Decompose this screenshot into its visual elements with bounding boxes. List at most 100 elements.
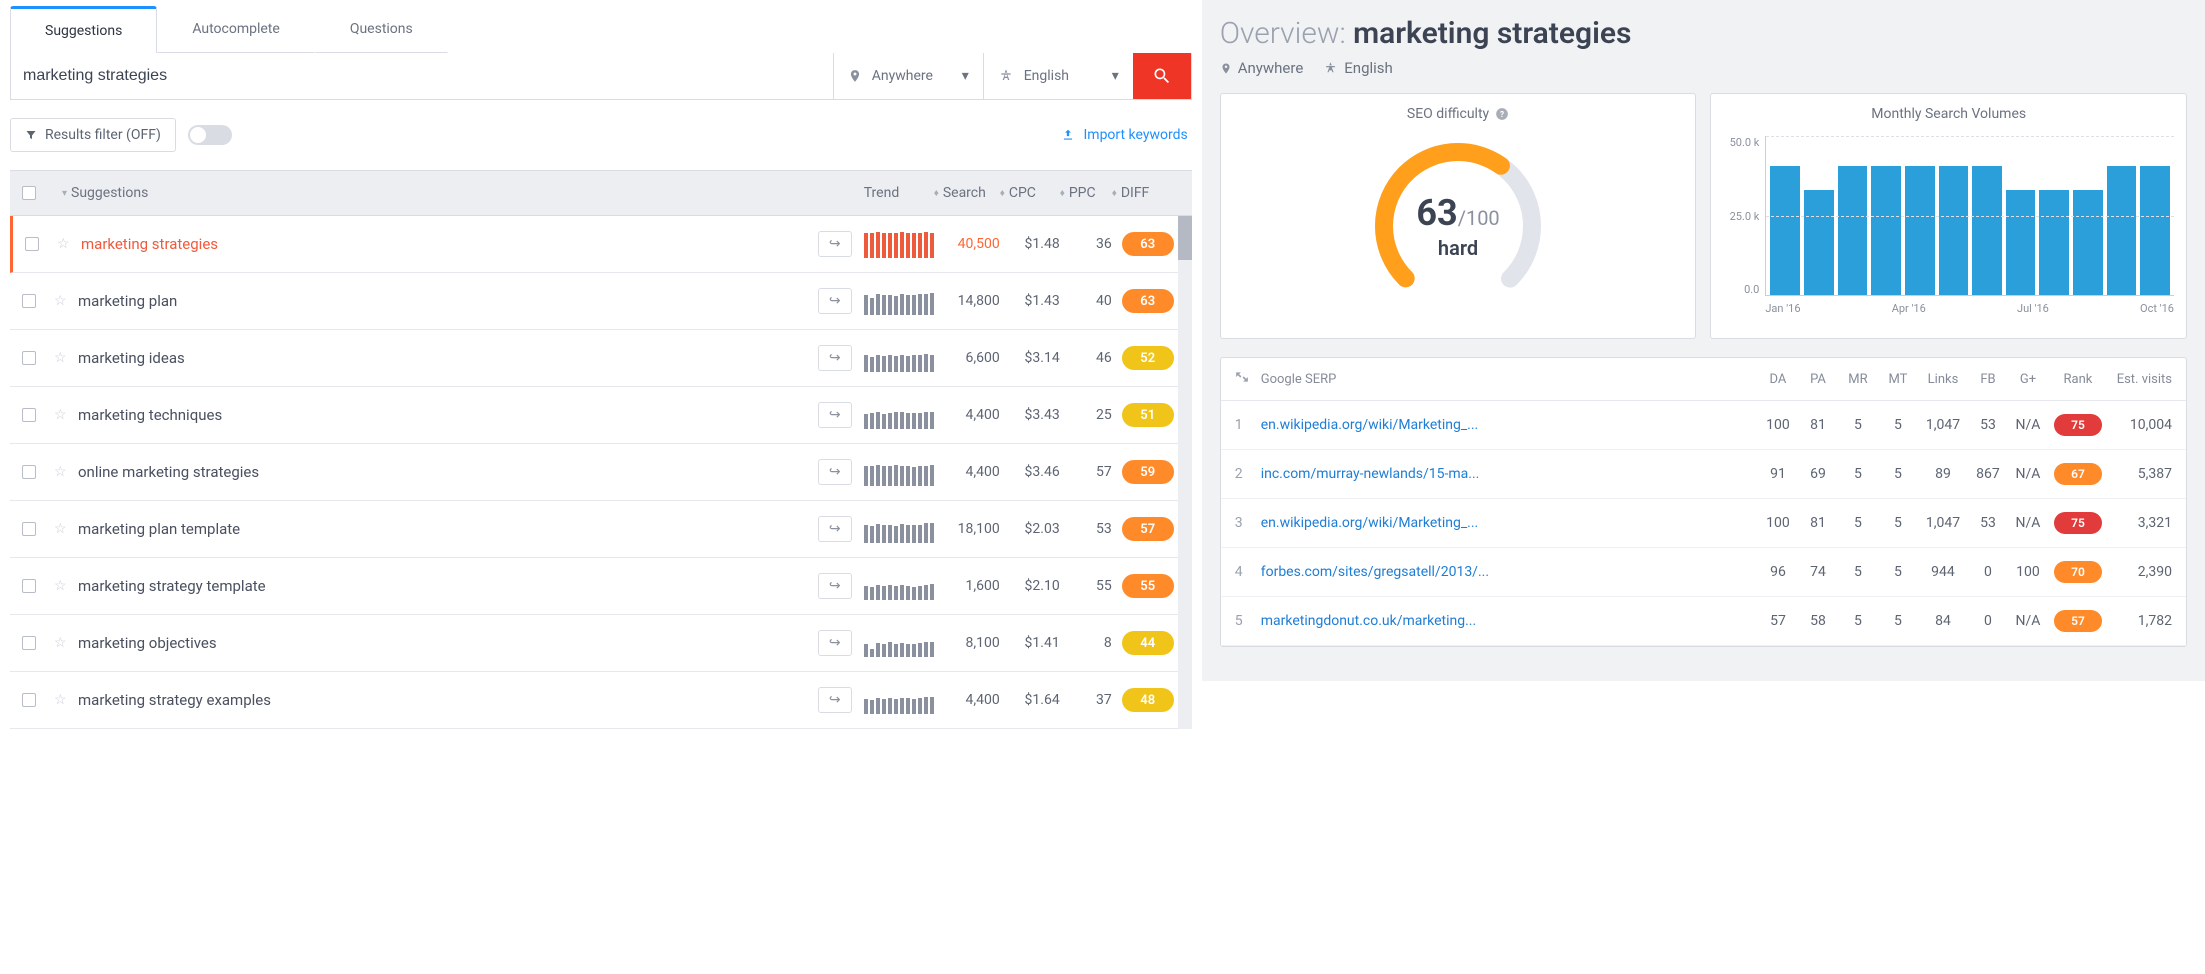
go-to-button[interactable]: ↪ bbox=[818, 231, 852, 257]
language-select[interactable]: English ▾ bbox=[983, 53, 1133, 99]
location-select[interactable]: Anywhere ▾ bbox=[833, 53, 983, 99]
go-to-button[interactable]: ↪ bbox=[818, 459, 852, 485]
rank-pill: 70 bbox=[2054, 561, 2102, 583]
serp-url[interactable]: forbes.com/sites/gregsatell/2013/... bbox=[1261, 564, 1758, 580]
cpc-value: $3.14 bbox=[1000, 350, 1060, 366]
col-cpc[interactable]: ♦CPC bbox=[1000, 185, 1060, 201]
row-checkbox[interactable] bbox=[22, 408, 36, 422]
serp-row[interactable]: 5 marketingdonut.co.uk/marketing... 57 5… bbox=[1221, 597, 2186, 646]
keyword-text: marketing plan template bbox=[78, 520, 818, 538]
search-button[interactable] bbox=[1133, 53, 1191, 99]
da-value: 91 bbox=[1758, 466, 1798, 482]
search-volume: 4,400 bbox=[934, 464, 1000, 480]
row-checkbox[interactable] bbox=[22, 522, 36, 536]
table-row[interactable]: ☆ marketing plan template ↪ 18,100 $2.03… bbox=[10, 501, 1192, 558]
results-filter-button[interactable]: Results filter (OFF) bbox=[10, 118, 176, 152]
links-value: 944 bbox=[1918, 564, 1968, 580]
chart-bar bbox=[1972, 166, 2002, 295]
diff-pill: 44 bbox=[1122, 631, 1174, 655]
serp-position: 3 bbox=[1235, 515, 1261, 531]
pa-value: 74 bbox=[1798, 564, 1838, 580]
table-row[interactable]: ☆ marketing techniques ↪ 4,400 $3.43 25 … bbox=[10, 387, 1192, 444]
expand-icon[interactable] bbox=[1235, 370, 1249, 384]
mr-value: 5 bbox=[1838, 613, 1878, 629]
star-icon[interactable]: ☆ bbox=[54, 578, 78, 594]
star-icon[interactable]: ☆ bbox=[57, 236, 81, 252]
table-row[interactable]: ☆ marketing plan ↪ 14,800 $1.43 40 63 bbox=[10, 273, 1192, 330]
diff-pill: 59 bbox=[1122, 460, 1174, 484]
filter-toggle[interactable] bbox=[188, 125, 232, 145]
row-checkbox[interactable] bbox=[22, 636, 36, 650]
row-checkbox[interactable] bbox=[25, 237, 39, 251]
pa-value: 81 bbox=[1798, 515, 1838, 531]
cpc-value: $1.41 bbox=[1000, 635, 1060, 651]
serp-row[interactable]: 1 en.wikipedia.org/wiki/Marketing_... 10… bbox=[1221, 401, 2186, 450]
col-suggestions[interactable]: ▾Suggestions bbox=[54, 185, 818, 201]
scrollbar-thumb[interactable] bbox=[1178, 216, 1192, 260]
table-row[interactable]: ☆ marketing ideas ↪ 6,600 $3.14 46 52 bbox=[10, 330, 1192, 387]
col-ppc[interactable]: ♦PPC bbox=[1060, 185, 1112, 201]
keyword-text: marketing objectives bbox=[78, 634, 818, 652]
go-to-button[interactable]: ↪ bbox=[818, 573, 852, 599]
table-row[interactable]: ☆ online marketing strategies ↪ 4,400 $3… bbox=[10, 444, 1192, 501]
col-diff[interactable]: ♦DIFF bbox=[1112, 185, 1184, 201]
star-icon[interactable]: ☆ bbox=[54, 407, 78, 423]
serp-position: 2 bbox=[1235, 466, 1261, 482]
serp-row[interactable]: 4 forbes.com/sites/gregsatell/2013/... 9… bbox=[1221, 548, 2186, 597]
go-to-button[interactable]: ↪ bbox=[818, 687, 852, 713]
pa-value: 69 bbox=[1798, 466, 1838, 482]
chart-bar bbox=[1838, 166, 1868, 295]
go-to-button[interactable]: ↪ bbox=[818, 288, 852, 314]
star-icon[interactable]: ☆ bbox=[54, 464, 78, 480]
row-checkbox[interactable] bbox=[22, 693, 36, 707]
da-value: 100 bbox=[1758, 417, 1798, 433]
tab-questions[interactable]: Questions bbox=[315, 6, 448, 53]
search-bar: Anywhere ▾ English ▾ bbox=[10, 53, 1192, 100]
fb-value: 0 bbox=[1968, 613, 2008, 629]
table-row[interactable]: ☆ marketing strategy template ↪ 1,600 $2… bbox=[10, 558, 1192, 615]
star-icon[interactable]: ☆ bbox=[54, 635, 78, 651]
serp-url[interactable]: inc.com/murray-newlands/15-ma... bbox=[1261, 466, 1758, 482]
star-icon[interactable]: ☆ bbox=[54, 521, 78, 537]
diff-pill: 63 bbox=[1122, 232, 1174, 256]
go-to-button[interactable]: ↪ bbox=[818, 345, 852, 371]
serp-row[interactable]: 3 en.wikipedia.org/wiki/Marketing_... 10… bbox=[1221, 499, 2186, 548]
star-icon[interactable]: ☆ bbox=[54, 293, 78, 309]
go-to-button[interactable]: ↪ bbox=[818, 516, 852, 542]
row-checkbox[interactable] bbox=[22, 579, 36, 593]
cpc-value: $3.43 bbox=[1000, 407, 1060, 423]
go-to-button[interactable]: ↪ bbox=[818, 402, 852, 428]
diff-pill: 55 bbox=[1122, 574, 1174, 598]
star-icon[interactable]: ☆ bbox=[54, 350, 78, 366]
row-checkbox[interactable] bbox=[22, 465, 36, 479]
serp-row[interactable]: 2 inc.com/murray-newlands/15-ma... 91 69… bbox=[1221, 450, 2186, 499]
row-checkbox[interactable] bbox=[22, 351, 36, 365]
table-row[interactable]: ☆ marketing objectives ↪ 8,100 $1.41 8 4… bbox=[10, 615, 1192, 672]
gplus-value: N/A bbox=[2008, 466, 2048, 482]
import-keywords-link[interactable]: Import keywords bbox=[1061, 127, 1187, 143]
keyword-text: marketing strategy examples bbox=[78, 691, 818, 709]
cpc-value: $1.43 bbox=[1000, 293, 1060, 309]
serp-url[interactable]: marketingdonut.co.uk/marketing... bbox=[1261, 613, 1758, 629]
serp-position: 4 bbox=[1235, 564, 1261, 580]
location-value: Anywhere bbox=[872, 68, 933, 84]
keyword-input[interactable] bbox=[11, 53, 833, 99]
location-icon bbox=[1220, 61, 1232, 76]
fb-value: 53 bbox=[1968, 515, 2008, 531]
go-to-button[interactable]: ↪ bbox=[818, 630, 852, 656]
col-search[interactable]: ♦Search bbox=[934, 185, 1000, 201]
tab-autocomplete[interactable]: Autocomplete bbox=[157, 6, 315, 53]
table-row[interactable]: ☆ marketing strategies ↪ 40,500 $1.48 36… bbox=[10, 216, 1192, 273]
scrollbar[interactable] bbox=[1178, 216, 1192, 729]
star-icon[interactable]: ☆ bbox=[54, 692, 78, 708]
tab-suggestions[interactable]: Suggestions bbox=[10, 6, 157, 53]
mt-value: 5 bbox=[1878, 564, 1918, 580]
serp-url[interactable]: en.wikipedia.org/wiki/Marketing_... bbox=[1261, 417, 1758, 433]
select-all-checkbox[interactable] bbox=[22, 186, 36, 200]
help-icon[interactable]: ? bbox=[1495, 107, 1509, 121]
sort-icon: ♦ bbox=[1000, 188, 1005, 199]
table-row[interactable]: ☆ marketing strategy examples ↪ 4,400 $1… bbox=[10, 672, 1192, 729]
row-checkbox[interactable] bbox=[22, 294, 36, 308]
rank-pill: 75 bbox=[2054, 414, 2102, 436]
serp-url[interactable]: en.wikipedia.org/wiki/Marketing_... bbox=[1261, 515, 1758, 531]
